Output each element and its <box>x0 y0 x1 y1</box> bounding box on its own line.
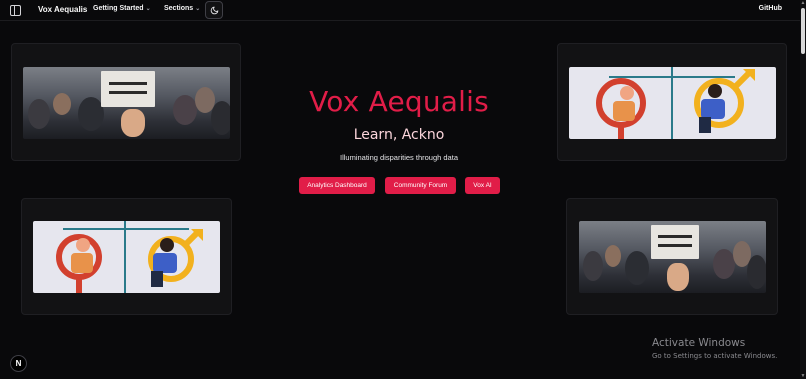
image-card <box>21 198 232 315</box>
chevron-down-icon: ⌄ <box>145 6 151 12</box>
vox-ai-button[interactable]: Vox AI <box>465 177 500 194</box>
nextjs-badge-icon[interactable]: N <box>10 355 27 372</box>
github-link[interactable]: GitHub <box>759 5 782 12</box>
activate-subtitle: Go to Settings to activate Windows. <box>652 352 778 360</box>
menu-label: Sections <box>164 5 194 12</box>
scroll-down-icon[interactable]: ▼ <box>800 373 806 379</box>
moon-icon <box>210 6 218 14</box>
chevron-down-icon: ⌄ <box>195 6 201 12</box>
theme-toggle-button[interactable] <box>205 1 223 19</box>
hero-title: Vox Aequalis <box>309 85 489 118</box>
analytics-dashboard-button[interactable]: Analytics Dashboard <box>299 177 375 194</box>
image-card <box>566 198 778 315</box>
community-forum-button[interactable]: Community Forum <box>385 177 456 194</box>
menu-label: Getting Started <box>93 5 144 12</box>
top-navbar: Vox Aequalis Getting Started ⌄ Sections … <box>0 0 806 21</box>
menu-getting-started[interactable]: Getting Started ⌄ <box>93 5 151 12</box>
menu-sections[interactable]: Sections ⌄ <box>164 5 200 12</box>
activate-title: Activate Windows <box>652 337 746 349</box>
scrollbar-thumb[interactable] <box>801 8 805 54</box>
gender-equality-image <box>33 221 220 293</box>
scroll-up-icon[interactable]: ▲ <box>800 0 806 6</box>
sidebar-toggle-icon[interactable] <box>10 5 21 16</box>
page-scrollbar[interactable]: ▲ ▼ <box>800 0 806 379</box>
hero-subtitle: Learn, Ackno <box>353 127 445 143</box>
brand-name[interactable]: Vox Aequalis <box>38 5 87 14</box>
gender-scale-illustration <box>56 221 203 293</box>
hero-tagline: Illuminating disparities through data <box>340 153 458 162</box>
windows-activation-watermark: Activate Windows Go to Settings to activ… <box>652 337 777 360</box>
protest-crowd-image <box>579 221 766 293</box>
